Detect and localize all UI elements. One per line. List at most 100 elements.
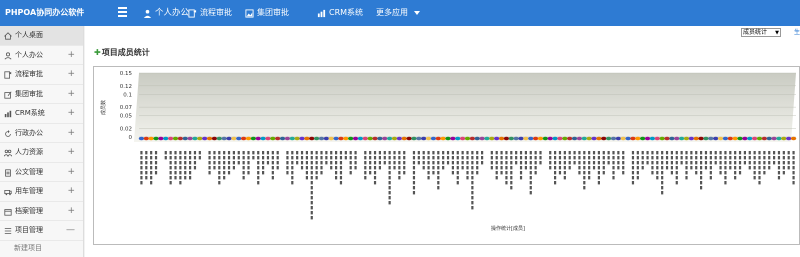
x-tick-label-glyph <box>578 151 581 155</box>
x-tick-label-glyph <box>670 171 673 175</box>
x-tick-label-glyph <box>651 151 654 155</box>
sidebar-item-personal-office[interactable]: 个人办公 + <box>0 46 83 66</box>
bar <box>713 136 719 141</box>
nav-group-approval[interactable]: 集团审批 <box>245 0 289 26</box>
bar <box>450 136 456 141</box>
x-tick-label-glyph <box>466 161 469 165</box>
sidebar-subitem-new-project[interactable]: 新建项目 <box>0 241 83 255</box>
sidebar-item-crm[interactable]: CRM系统 + <box>0 104 83 124</box>
x-tick-label-glyph <box>412 176 416 180</box>
sidebar: 个人桌面 个人办公 + 流程审批 + 集团审批 + CRM系统 + 行政办公 +… <box>0 26 84 257</box>
x-tick-label-glyph <box>218 171 221 175</box>
x-tick-label-glyph <box>602 166 605 170</box>
expand-icon[interactable]: + <box>67 202 75 222</box>
x-tick-label-glyph <box>427 151 430 155</box>
expand-icon[interactable]: + <box>67 46 75 66</box>
collapse-icon[interactable]: — <box>66 221 75 241</box>
x-tick-label-glyph <box>758 176 761 180</box>
x-tick-label-glyph <box>208 151 211 155</box>
x-tick-label-glyph <box>154 156 158 160</box>
sidebar-item-admin-office[interactable]: 行政办公 + <box>0 124 83 144</box>
x-tick-label-glyph <box>393 161 396 165</box>
x-tick-label-glyph <box>568 166 571 170</box>
x-tick-label-glyph <box>777 171 781 175</box>
nav-flow-approval[interactable]: 流程审批 <box>188 0 232 26</box>
bar <box>406 136 412 141</box>
x-tick-label-glyph <box>335 176 338 180</box>
sidebar-item-flow-approval[interactable]: 流程审批 + <box>0 65 83 85</box>
bar <box>255 136 261 141</box>
x-tick-label-glyph <box>495 171 498 175</box>
x-tick-label-glyph <box>782 171 785 175</box>
expand-icon[interactable]: + <box>67 65 75 85</box>
expand-icon[interactable]: + <box>67 143 75 163</box>
x-tick-label-glyph <box>685 161 688 165</box>
x-tick-label-glyph <box>456 176 459 180</box>
x-tick-label-glyph <box>471 201 474 205</box>
x-tick-label-glyph <box>680 161 683 165</box>
x-tick-label-glyph <box>700 181 703 185</box>
x-tick-label-glyph <box>471 186 474 190</box>
x-tick-label-glyph <box>724 171 727 175</box>
expand-icon[interactable]: + <box>67 163 75 183</box>
nav-personal-office[interactable]: 个人办公 <box>143 0 189 26</box>
x-tick-label-glyph <box>539 161 542 165</box>
x-tick-label-glyph <box>325 151 328 155</box>
x-tick-label-glyph <box>554 151 557 155</box>
expand-icon[interactable]: + <box>67 182 75 202</box>
generate-link[interactable]: 生 <box>794 27 800 36</box>
x-tick-label-glyph <box>291 171 294 175</box>
nav-crm[interactable]: CRM系统 <box>317 0 363 26</box>
bar <box>761 136 768 141</box>
sidebar-item-label: 个人桌面 <box>15 31 43 39</box>
add-icon: ✚ <box>94 48 101 57</box>
x-tick-label-glyph <box>291 151 294 155</box>
x-tick-label-glyph <box>695 166 698 170</box>
x-tick-label-glyph <box>305 156 308 160</box>
x-tick-label-glyph <box>529 176 532 180</box>
stats-type-select[interactable]: 成员统计 ▼ <box>741 28 781 37</box>
x-tick-label-glyph <box>369 156 372 160</box>
bar <box>498 136 505 141</box>
x-tick-label-glyph <box>179 151 182 155</box>
expand-icon[interactable]: + <box>67 124 75 144</box>
x-tick-label-glyph <box>646 161 649 165</box>
x-tick-label-glyph <box>305 166 308 170</box>
sidebar-item-archives[interactable]: 档案管理 + <box>0 202 83 222</box>
sidebar-item-projects[interactable]: 项目管理 — <box>0 221 83 241</box>
x-tick-label-glyph <box>456 171 459 175</box>
x-tick-label-glyph <box>320 161 323 165</box>
menu-toggle-icon[interactable] <box>118 7 127 17</box>
x-tick-label-glyph <box>310 176 313 180</box>
sidebar-item-vehicles[interactable]: 用车管理 + <box>0 182 83 202</box>
x-tick-label-glyph <box>174 171 177 175</box>
x-tick-label-glyph <box>315 156 318 160</box>
x-tick-label-glyph <box>378 151 381 155</box>
x-tick-label-glyph <box>631 161 635 165</box>
x-axis-title: 操作统计[成员] <box>491 225 525 232</box>
x-tick-label-glyph <box>422 151 425 155</box>
x-tick-label-glyph <box>145 171 148 175</box>
x-tick-label-glyph <box>588 166 591 170</box>
bar <box>474 136 480 141</box>
x-tick-label-glyph <box>461 166 464 170</box>
x-tick-label-glyph <box>330 156 333 160</box>
x-tick-label-glyph <box>456 166 459 170</box>
x-tick-label-glyph <box>310 186 313 190</box>
x-tick-label-glyph <box>554 166 557 170</box>
x-tick-label-glyph <box>500 166 503 170</box>
sidebar-item-hr[interactable]: 人力资源 + <box>0 143 83 163</box>
sidebar-item-documents[interactable]: 公文管理 + <box>0 163 83 183</box>
member-stats-chart: 0.15 0.12 0.1 0.07 0.05 0.02 0 成员数 操作统计[成员] <box>100 71 797 232</box>
x-tick-label-glyph <box>734 156 737 160</box>
expand-icon[interactable]: + <box>67 104 75 124</box>
sidebar-item-desktop[interactable]: 个人桌面 <box>0 26 83 46</box>
x-tick-label-glyph <box>646 156 649 160</box>
nav-more-apps[interactable]: 更多应用 <box>376 0 420 26</box>
expand-icon[interactable]: + <box>67 85 75 105</box>
x-tick-label-glyph <box>296 156 299 160</box>
x-tick-label-glyph <box>529 181 532 185</box>
bar <box>275 136 281 141</box>
x-tick-label-glyph <box>519 151 523 155</box>
sidebar-item-group-approval[interactable]: 集团审批 + <box>0 85 83 105</box>
